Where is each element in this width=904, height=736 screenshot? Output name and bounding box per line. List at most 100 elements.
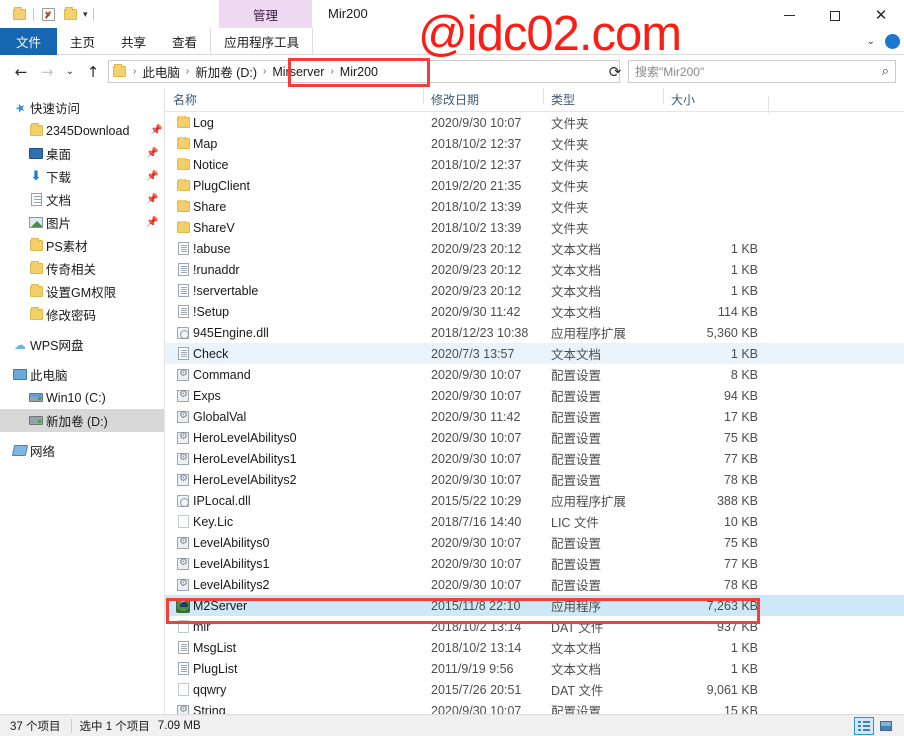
breadcrumb-item-mir200[interactable]: Mir200 (337, 65, 381, 79)
search-icon[interactable]: ⌕ (882, 64, 889, 79)
close-button[interactable]: ✕ (858, 0, 904, 31)
pin-icon[interactable]: 📌 (146, 217, 158, 228)
pin-icon[interactable]: 📌 (146, 148, 158, 159)
minimize-button[interactable] (766, 0, 812, 31)
details-view-button[interactable] (854, 717, 874, 735)
file-name-cell[interactable]: String (165, 704, 423, 714)
table-row[interactable]: !Setup 2020/9/30 11:42 文本文档 114 KB (165, 301, 904, 322)
tiles-view-button[interactable] (876, 717, 896, 735)
breadcrumb-separator[interactable]: › (260, 66, 269, 77)
tab-home[interactable]: 主页 (57, 28, 108, 55)
table-row[interactable]: !runaddr 2020/9/23 20:12 文本文档 1 KB (165, 259, 904, 280)
recent-locations-button[interactable]: ⌄ (60, 59, 80, 85)
sidebar-item-change-password[interactable]: 修改密码 (0, 303, 164, 326)
maximize-button[interactable] (812, 0, 858, 31)
tab-file[interactable]: 文件 (0, 28, 58, 55)
breadcrumb-item-this-pc[interactable]: 此电脑 (139, 62, 183, 81)
sidebar-item-legend-related[interactable]: 传奇相关 (0, 257, 164, 280)
file-name-cell[interactable]: Notice (165, 157, 423, 172)
table-row[interactable]: IPLocal.dll 2015/5/22 10:29 应用程序扩展 388 KB (165, 490, 904, 511)
table-row[interactable]: HeroLevelAbilitys1 2020/9/30 10:07 配置设置 77 … (165, 448, 904, 469)
table-row[interactable]: !abuse 2020/9/23 20:12 文本文档 1 KB (165, 238, 904, 259)
file-name-cell[interactable]: LevelAbilitys1 (165, 557, 423, 571)
sidebar-item-win10-c[interactable]: Win10 (C:) (0, 386, 164, 409)
properties-checkbox-icon[interactable] (37, 3, 59, 25)
breadcrumb[interactable]: › 此电脑 › 新加卷 (D:) › Mirserver › Mir200 (108, 60, 620, 83)
table-row[interactable]: Log 2020/9/30 10:07 文件夹 (165, 112, 904, 133)
table-row[interactable]: qqwry 2015/7/26 20:51 DAT 文件 9,061 KB (165, 679, 904, 700)
column-header-name[interactable]: 名称 (165, 91, 423, 108)
column-header-date-modified[interactable]: 修改日期 (423, 88, 543, 108)
breadcrumb-separator[interactable]: › (327, 66, 336, 77)
file-name-cell[interactable]: ShareV (165, 220, 423, 235)
table-row[interactable]: PlugClient 2019/2/20 21:35 文件夹 (165, 175, 904, 196)
file-name-cell[interactable]: Command (165, 368, 423, 382)
sidebar-item-wps-cloud[interactable]: ☁ WPS网盘 (0, 333, 164, 356)
file-name-cell[interactable]: MsgList (165, 641, 423, 655)
navigation-pane[interactable]: ★ 快速访问 2345Download 📌 桌面 📌 ⬇ 下载 📌 文档 📌 图… (0, 88, 165, 714)
table-row[interactable]: Map 2018/10/2 12:37 文件夹 (165, 133, 904, 154)
file-name-cell[interactable]: Share (165, 199, 423, 214)
file-list-pane[interactable]: 名称 修改日期 类型 大小 Log 2020/9/30 10:07 文件夹 Map 20… (165, 88, 904, 714)
table-row[interactable]: Exps 2020/9/30 10:07 配置设置 94 KB (165, 385, 904, 406)
chevron-down-icon[interactable]: ⌄ (863, 36, 879, 47)
breadcrumb-separator[interactable]: › (130, 66, 139, 77)
sidebar-item-desktop[interactable]: 桌面 📌 (0, 142, 164, 165)
folder-icon[interactable] (8, 3, 30, 25)
table-row[interactable]: Command 2020/9/30 10:07 配置设置 8 KB (165, 364, 904, 385)
file-name-cell[interactable]: Log (165, 115, 423, 130)
file-name-cell[interactable]: Key.Lic (165, 515, 423, 529)
table-row[interactable]: Notice 2018/10/2 12:37 文件夹 (165, 154, 904, 175)
file-name-cell[interactable]: Check (165, 347, 423, 361)
table-row[interactable]: String 2020/9/30 10:07 配置设置 15 KB (165, 700, 904, 714)
table-row[interactable]: M2Server 2015/11/8 22:10 应用程序 7,263 KB (165, 595, 904, 616)
refresh-button[interactable]: ⟳ (602, 59, 628, 85)
table-row[interactable]: HeroLevelAbilitys0 2020/9/30 10:07 配置设置 75 … (165, 427, 904, 448)
table-row[interactable]: !servertable 2020/9/23 20:12 文本文档 1 KB (165, 280, 904, 301)
up-button[interactable]: ↑ (80, 59, 106, 85)
column-header-size[interactable]: 大小 (663, 88, 768, 108)
pin-icon[interactable]: 📌 (146, 171, 158, 182)
pin-icon[interactable]: 📌 (146, 194, 158, 205)
sidebar-item-ps-materials[interactable]: PS素材 (0, 234, 164, 257)
breadcrumb-separator[interactable]: › (183, 66, 192, 77)
chevron-down-icon[interactable]: ▾ (81, 3, 90, 25)
file-name-cell[interactable]: LevelAbilitys2 (165, 578, 423, 592)
file-name-cell[interactable]: Exps (165, 389, 423, 403)
sidebar-item-this-pc[interactable]: 此电脑 (0, 363, 164, 386)
file-name-cell[interactable]: qqwry (165, 683, 423, 697)
table-row[interactable]: 945Engine.dll 2018/12/23 10:38 应用程序扩展 5,360… (165, 322, 904, 343)
search-box[interactable]: 搜索"Mir200" ⌕ (628, 60, 896, 83)
file-name-cell[interactable]: HeroLevelAbilitys1 (165, 452, 423, 466)
file-name-cell[interactable]: M2Server (165, 598, 423, 613)
sidebar-item-pictures[interactable]: 图片 📌 (0, 211, 164, 234)
file-name-cell[interactable]: HeroLevelAbilitys0 (165, 431, 423, 445)
file-name-cell[interactable]: GlobalVal (165, 410, 423, 424)
column-header-type[interactable]: 类型 (543, 88, 663, 108)
forward-button[interactable]: → (34, 59, 60, 85)
pin-icon[interactable]: 📌 (150, 125, 162, 136)
help-icon[interactable] (885, 34, 900, 49)
back-button[interactable]: ← (8, 59, 34, 85)
breadcrumb-item-mirserver[interactable]: Mirserver (269, 65, 327, 79)
table-row[interactable]: LevelAbilitys0 2020/9/30 10:07 配置设置 75 KB (165, 532, 904, 553)
file-name-cell[interactable]: !runaddr (165, 263, 423, 277)
table-row[interactable]: mir 2018/10/2 13:14 DAT 文件 937 KB (165, 616, 904, 637)
sidebar-item-2345download[interactable]: 2345Download 📌 (0, 119, 164, 142)
table-row[interactable]: ShareV 2018/10/2 13:39 文件夹 (165, 217, 904, 238)
table-row[interactable]: Check 2020/7/3 13:57 文本文档 1 KB (165, 343, 904, 364)
file-name-cell[interactable]: 945Engine.dll (165, 326, 423, 340)
table-row[interactable]: MsgList 2018/10/2 13:14 文本文档 1 KB (165, 637, 904, 658)
tab-share[interactable]: 共享 (108, 28, 159, 55)
sidebar-item-quick-access[interactable]: ★ 快速访问 (0, 96, 164, 119)
file-name-cell[interactable]: LevelAbilitys0 (165, 536, 423, 550)
table-row[interactable]: GlobalVal 2020/9/30 11:42 配置设置 17 KB (165, 406, 904, 427)
search-input[interactable]: 搜索"Mir200" (635, 63, 704, 80)
new-folder-icon[interactable] (59, 3, 81, 25)
table-row[interactable]: LevelAbilitys2 2020/9/30 10:07 配置设置 78 KB (165, 574, 904, 595)
table-row[interactable]: Share 2018/10/2 13:39 文件夹 (165, 196, 904, 217)
sidebar-item-network[interactable]: 网络 (0, 439, 164, 462)
file-rows[interactable]: Log 2020/9/30 10:07 文件夹 Map 2018/10/2 12:37 文… (165, 112, 904, 714)
file-name-cell[interactable]: IPLocal.dll (165, 494, 423, 508)
sidebar-item-documents[interactable]: 文档 📌 (0, 188, 164, 211)
